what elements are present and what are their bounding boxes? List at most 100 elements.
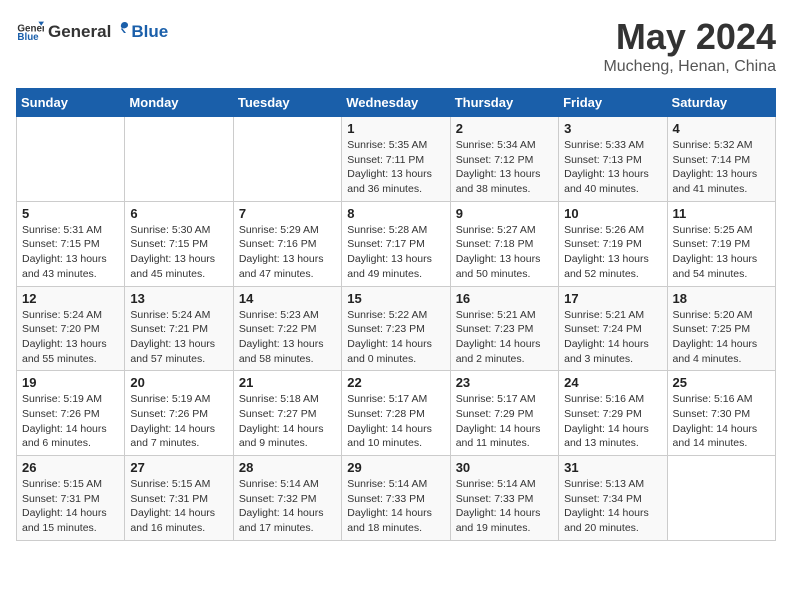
calendar-cell (17, 117, 125, 202)
day-info: Sunrise: 5:33 AMSunset: 7:13 PMDaylight:… (564, 138, 661, 197)
day-info: Sunrise: 5:16 AMSunset: 7:30 PMDaylight:… (673, 392, 770, 451)
calendar-cell: 19 Sunrise: 5:19 AMSunset: 7:26 PMDayligh… (17, 371, 125, 456)
calendar-title: May 2024 (603, 16, 776, 58)
day-number: 28 (239, 460, 336, 475)
calendar-cell: 2 Sunrise: 5:34 AMSunset: 7:12 PMDaylight… (450, 117, 558, 202)
calendar-cell: 7 Sunrise: 5:29 AMSunset: 7:16 PMDaylight… (233, 201, 341, 286)
calendar-cell: 29 Sunrise: 5:14 AMSunset: 7:33 PMDayligh… (342, 456, 450, 541)
day-info: Sunrise: 5:31 AMSunset: 7:15 PMDaylight:… (22, 223, 119, 282)
week-row-5: 26 Sunrise: 5:15 AMSunset: 7:31 PMDayligh… (17, 456, 776, 541)
week-row-4: 19 Sunrise: 5:19 AMSunset: 7:26 PMDayligh… (17, 371, 776, 456)
calendar-cell: 14 Sunrise: 5:23 AMSunset: 7:22 PMDayligh… (233, 286, 341, 371)
day-info: Sunrise: 5:14 AMSunset: 7:33 PMDaylight:… (347, 477, 444, 536)
day-number: 6 (130, 206, 227, 221)
day-info: Sunrise: 5:35 AMSunset: 7:11 PMDaylight:… (347, 138, 444, 197)
day-number: 18 (673, 291, 770, 306)
day-number: 26 (22, 460, 119, 475)
day-number: 25 (673, 375, 770, 390)
day-info: Sunrise: 5:22 AMSunset: 7:23 PMDaylight:… (347, 308, 444, 367)
calendar-cell: 21Sunrise: 5:18 AMSunset: 7:27 PMDayligh… (233, 371, 341, 456)
day-number: 2 (456, 121, 553, 136)
day-info: Sunrise: 5:14 AMSunset: 7:33 PMDaylight:… (456, 477, 553, 536)
calendar-cell: 30 Sunrise: 5:14 AMSunset: 7:33 PMDayligh… (450, 456, 558, 541)
calendar-cell: 27 Sunrise: 5:15 AMSunset: 7:31 PMDayligh… (125, 456, 233, 541)
weekday-header-wednesday: Wednesday (342, 89, 450, 117)
calendar-cell: 9 Sunrise: 5:27 AMSunset: 7:18 PMDaylight… (450, 201, 558, 286)
day-number: 3 (564, 121, 661, 136)
day-info: Sunrise: 5:13 AMSunset: 7:34 PMDaylight:… (564, 477, 661, 536)
calendar-cell: 31Sunrise: 5:13 AMSunset: 7:34 PMDayligh… (559, 456, 667, 541)
week-row-1: 1 Sunrise: 5:35 AMSunset: 7:11 PMDaylight… (17, 117, 776, 202)
weekday-header-friday: Friday (559, 89, 667, 117)
day-info: Sunrise: 5:21 AMSunset: 7:23 PMDaylight:… (456, 308, 553, 367)
calendar-cell: 25 Sunrise: 5:16 AMSunset: 7:30 PMDayligh… (667, 371, 775, 456)
day-number: 22 (347, 375, 444, 390)
calendar-cell: 13Sunrise: 5:24 AMSunset: 7:21 PMDayligh… (125, 286, 233, 371)
day-number: 10 (564, 206, 661, 221)
logo-general-text: General (48, 22, 111, 42)
page-header: General Blue General Blue May 2024 Muche… (16, 16, 776, 76)
week-row-3: 12 Sunrise: 5:24 AMSunset: 7:20 PMDayligh… (17, 286, 776, 371)
day-number: 30 (456, 460, 553, 475)
day-info: Sunrise: 5:27 AMSunset: 7:18 PMDaylight:… (456, 223, 553, 282)
weekday-header-monday: Monday (125, 89, 233, 117)
calendar-table: SundayMondayTuesdayWednesdayThursdayFrid… (16, 88, 776, 541)
day-number: 12 (22, 291, 119, 306)
day-number: 11 (673, 206, 770, 221)
day-number: 29 (347, 460, 444, 475)
calendar-cell (233, 117, 341, 202)
title-area: May 2024 Mucheng, Henan, China (603, 16, 776, 76)
day-number: 16 (456, 291, 553, 306)
day-info: Sunrise: 5:14 AMSunset: 7:32 PMDaylight:… (239, 477, 336, 536)
calendar-cell: 10 Sunrise: 5:26 AMSunset: 7:19 PMDayligh… (559, 201, 667, 286)
calendar-subtitle: Mucheng, Henan, China (603, 58, 776, 76)
day-number: 4 (673, 121, 770, 136)
calendar-cell: 22 Sunrise: 5:17 AMSunset: 7:28 PMDayligh… (342, 371, 450, 456)
logo: General Blue General Blue (16, 16, 168, 44)
day-info: Sunrise: 5:19 AMSunset: 7:26 PMDaylight:… (22, 392, 119, 451)
week-row-2: 5Sunrise: 5:31 AMSunset: 7:15 PMDaylight… (17, 201, 776, 286)
calendar-cell: 26 Sunrise: 5:15 AMSunset: 7:31 PMDayligh… (17, 456, 125, 541)
day-info: Sunrise: 5:25 AMSunset: 7:19 PMDaylight:… (673, 223, 770, 282)
day-number: 27 (130, 460, 227, 475)
calendar-cell: 6Sunrise: 5:30 AMSunset: 7:15 PMDaylight… (125, 201, 233, 286)
day-info: Sunrise: 5:34 AMSunset: 7:12 PMDaylight:… (456, 138, 553, 197)
day-number: 7 (239, 206, 336, 221)
day-number: 13 (130, 291, 227, 306)
calendar-cell: 24Sunrise: 5:16 AMSunset: 7:29 PMDayligh… (559, 371, 667, 456)
svg-text:Blue: Blue (17, 32, 39, 43)
weekday-header-saturday: Saturday (667, 89, 775, 117)
calendar-cell (667, 456, 775, 541)
day-info: Sunrise: 5:29 AMSunset: 7:16 PMDaylight:… (239, 223, 336, 282)
day-info: Sunrise: 5:16 AMSunset: 7:29 PMDaylight:… (564, 392, 661, 451)
logo-blue-text: Blue (131, 22, 168, 42)
day-info: Sunrise: 5:19 AMSunset: 7:26 PMDaylight:… (130, 392, 227, 451)
calendar-cell: 1 Sunrise: 5:35 AMSunset: 7:11 PMDaylight… (342, 117, 450, 202)
day-number: 21 (239, 375, 336, 390)
weekday-header-sunday: Sunday (17, 89, 125, 117)
day-info: Sunrise: 5:23 AMSunset: 7:22 PMDaylight:… (239, 308, 336, 367)
calendar-cell: 16 Sunrise: 5:21 AMSunset: 7:23 PMDayligh… (450, 286, 558, 371)
calendar-cell: 28 Sunrise: 5:14 AMSunset: 7:32 PMDayligh… (233, 456, 341, 541)
day-info: Sunrise: 5:24 AMSunset: 7:20 PMDaylight:… (22, 308, 119, 367)
day-number: 14 (239, 291, 336, 306)
calendar-cell: 17Sunrise: 5:21 AMSunset: 7:24 PMDayligh… (559, 286, 667, 371)
day-info: Sunrise: 5:17 AMSunset: 7:28 PMDaylight:… (347, 392, 444, 451)
day-info: Sunrise: 5:15 AMSunset: 7:31 PMDaylight:… (22, 477, 119, 536)
day-info: Sunrise: 5:20 AMSunset: 7:25 PMDaylight:… (673, 308, 770, 367)
day-number: 19 (22, 375, 119, 390)
day-number: 9 (456, 206, 553, 221)
calendar-cell: 3 Sunrise: 5:33 AMSunset: 7:13 PMDaylight… (559, 117, 667, 202)
day-info: Sunrise: 5:26 AMSunset: 7:19 PMDaylight:… (564, 223, 661, 282)
calendar-cell: 8Sunrise: 5:28 AMSunset: 7:17 PMDaylight… (342, 201, 450, 286)
calendar-cell (125, 117, 233, 202)
logo-bird-icon (112, 19, 130, 37)
day-number: 23 (456, 375, 553, 390)
day-number: 1 (347, 121, 444, 136)
calendar-cell: 23 Sunrise: 5:17 AMSunset: 7:29 PMDayligh… (450, 371, 558, 456)
day-number: 15 (347, 291, 444, 306)
logo-icon: General Blue (16, 16, 44, 44)
day-info: Sunrise: 5:15 AMSunset: 7:31 PMDaylight:… (130, 477, 227, 536)
day-info: Sunrise: 5:21 AMSunset: 7:24 PMDaylight:… (564, 308, 661, 367)
day-info: Sunrise: 5:17 AMSunset: 7:29 PMDaylight:… (456, 392, 553, 451)
